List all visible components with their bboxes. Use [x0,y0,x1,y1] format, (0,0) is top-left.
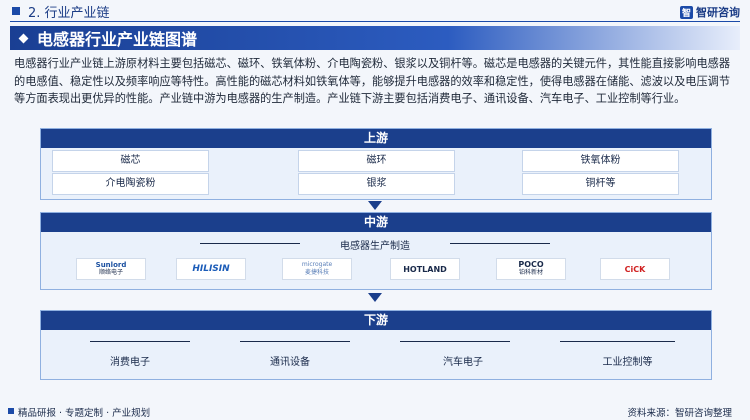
company-logo-poco: POCO 铂科新材 [496,258,566,280]
company-sub: 铂科新材 [518,269,543,276]
section-title: 2. 行业产业链 [28,5,110,21]
company-logo-microgate: microgate 麦捷科技 [282,258,352,280]
upstream-item: 磁环 [298,150,455,172]
brand-name: 智研咨询 [696,6,740,19]
down-arrow-icon [368,201,382,210]
top-bar: 2. 行业产业链 [0,0,750,22]
description-text: 电感器行业产业链上游原材料主要包括磁芯、磁环、铁氧体粉、介电陶瓷粉、银浆以及铜杆… [14,57,731,105]
footer: 精品研报 · 专题定制 · 产业规划 资料来源：智研咨询整理 [0,402,750,420]
company-name: Sunlord [95,261,127,269]
company-name: HILISIN [192,264,230,274]
midstream-title: 中游 [41,213,711,232]
footer-tagline: 精品研报 · 专题定制 · 产业规划 [18,408,151,419]
upstream-item: 银浆 [298,173,455,195]
brand: 智 智研咨询 [680,4,740,20]
downstream-item: 工业控制等 [602,357,653,368]
upstream-item: 铁氧体粉 [522,150,679,172]
diamond-icon [18,33,29,43]
upstream-item: 铜杆等 [522,173,679,195]
section-marker-icon [12,7,20,15]
company-name: CiCK [624,264,646,274]
downstream-item: 汽车电子 [443,357,483,368]
footer-source: 资料来源：智研咨询整理 [627,408,732,419]
company-name: HOTLAND [403,264,447,274]
company-name: POCO [518,260,544,269]
page-title: 电感器行业产业链图谱 [37,30,198,49]
divider-line [560,341,675,342]
upstream-item: 介电陶瓷粉 [52,173,209,195]
company-name: microgate [301,261,333,268]
company-sub: 顺络电子 [98,269,123,276]
company-sub: 麦捷科技 [304,269,329,276]
downstream-title: 下游 [41,311,711,330]
company-logo-sunlord: Sunlord 顺络电子 [76,258,146,280]
top-divider [10,21,740,22]
upstream-item: 磁芯 [52,150,209,172]
down-arrow-icon [368,293,382,302]
footer-marker-icon [8,408,14,414]
divider-line [240,341,350,342]
downstream-item: 通讯设备 [270,357,310,368]
page-banner: 电感器行业产业链图谱 [10,26,740,50]
midstream-subtitle: 电感器生产制造 [300,237,450,252]
company-logo-hotland: HOTLAND [390,258,460,280]
divider-line [400,341,510,342]
divider-line [90,341,190,342]
company-logo-cick: CiCK [600,258,670,280]
company-logo-hilisin: HILISIN [176,258,246,280]
upstream-title: 上游 [41,129,711,148]
downstream-item: 消费电子 [110,357,150,368]
brand-logo-icon: 智 [680,5,693,19]
